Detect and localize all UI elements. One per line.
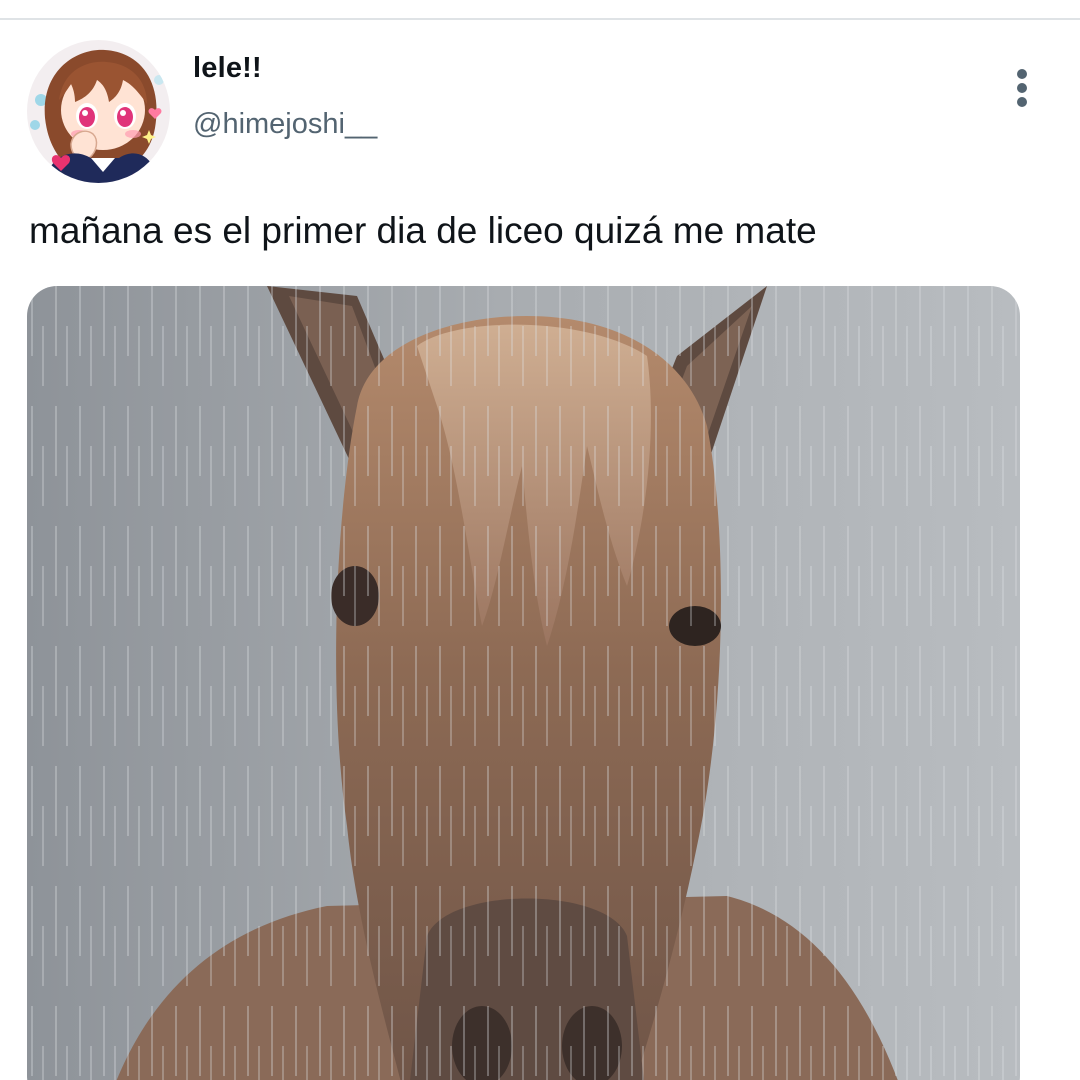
anime-girl-avatar-icon [27, 40, 170, 183]
vertical-ellipsis-icon [1017, 69, 1027, 107]
horse-in-rain-photo [27, 286, 1020, 1080]
tweet-card: lele!! @himejoshi__ mañana es el primer … [0, 0, 1080, 1080]
user-handle[interactable]: @himejoshi__ [193, 108, 377, 141]
avatar[interactable] [27, 40, 170, 183]
more-options-button[interactable] [1002, 64, 1042, 112]
tweet-text: mañana es el primer dia de liceo quizá m… [29, 210, 817, 251]
tweet-media[interactable] [27, 286, 1020, 1080]
display-name[interactable]: lele!! [193, 52, 262, 85]
top-divider [0, 18, 1080, 20]
